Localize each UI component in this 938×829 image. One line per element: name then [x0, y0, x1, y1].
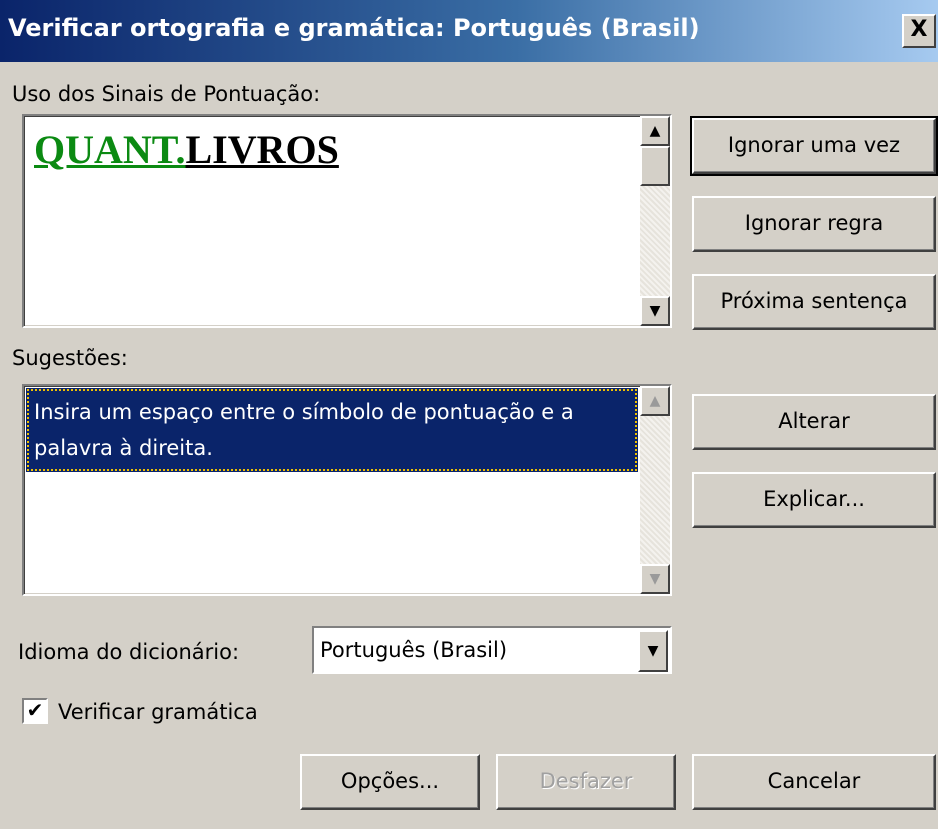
suggestions-list[interactable]: Insira um espaço entre o símbolo de pont…	[22, 384, 672, 596]
dictionary-language-value: Português (Brasil)	[320, 638, 508, 662]
scroll-thumb[interactable]	[640, 146, 670, 186]
ignore-rule-button[interactable]: Ignorar regra	[692, 196, 936, 252]
ignore-once-button[interactable]: Ignorar uma vez	[690, 116, 938, 176]
suggestion-item[interactable]: Insira um espaço entre o símbolo de pont…	[26, 388, 638, 472]
sentence-rest-text: LIVROS	[185, 127, 339, 172]
window-title: Verificar ortografia e gramática: Portug…	[8, 14, 700, 42]
sentence-box[interactable]: QUANT.LIVROS ▲ ▼	[22, 114, 672, 328]
sentence-text: QUANT.LIVROS	[34, 126, 339, 173]
check-grammar-label: Verificar gramática	[58, 700, 258, 724]
explain-button[interactable]: Explicar...	[692, 472, 936, 528]
dictionary-language-select[interactable]: Português (Brasil) ▼	[312, 626, 672, 674]
chevron-down-icon[interactable]: ▼	[638, 630, 668, 672]
scroll-down-icon[interactable]: ▼	[640, 296, 670, 326]
options-button[interactable]: Opções...	[300, 754, 480, 810]
cancel-button[interactable]: Cancelar	[692, 754, 936, 810]
check-grammar-checkbox[interactable]: ✔	[22, 698, 48, 724]
scroll-down-icon[interactable]: ▼	[640, 564, 670, 594]
undo-button[interactable]: Desfazer	[496, 754, 676, 810]
next-sentence-button[interactable]: Próxima sentença	[692, 274, 936, 330]
scroll-up-icon[interactable]: ▲	[640, 386, 670, 416]
scroll-up-icon[interactable]: ▲	[640, 116, 670, 146]
change-button[interactable]: Alterar	[692, 394, 936, 450]
grammar-error-text: QUANT.	[34, 127, 186, 172]
sentence-label: Uso dos Sinais de Pontuação:	[12, 82, 321, 106]
title-bar: Verificar ortografia e gramática: Portug…	[0, 0, 938, 62]
sentence-scrollbar[interactable]: ▲ ▼	[640, 116, 670, 326]
suggestions-scrollbar[interactable]: ▲ ▼	[640, 386, 670, 594]
suggestions-label: Sugestões:	[12, 346, 128, 370]
close-button[interactable]: X	[902, 14, 936, 48]
dictionary-language-label: Idioma do dicionário:	[18, 640, 240, 664]
